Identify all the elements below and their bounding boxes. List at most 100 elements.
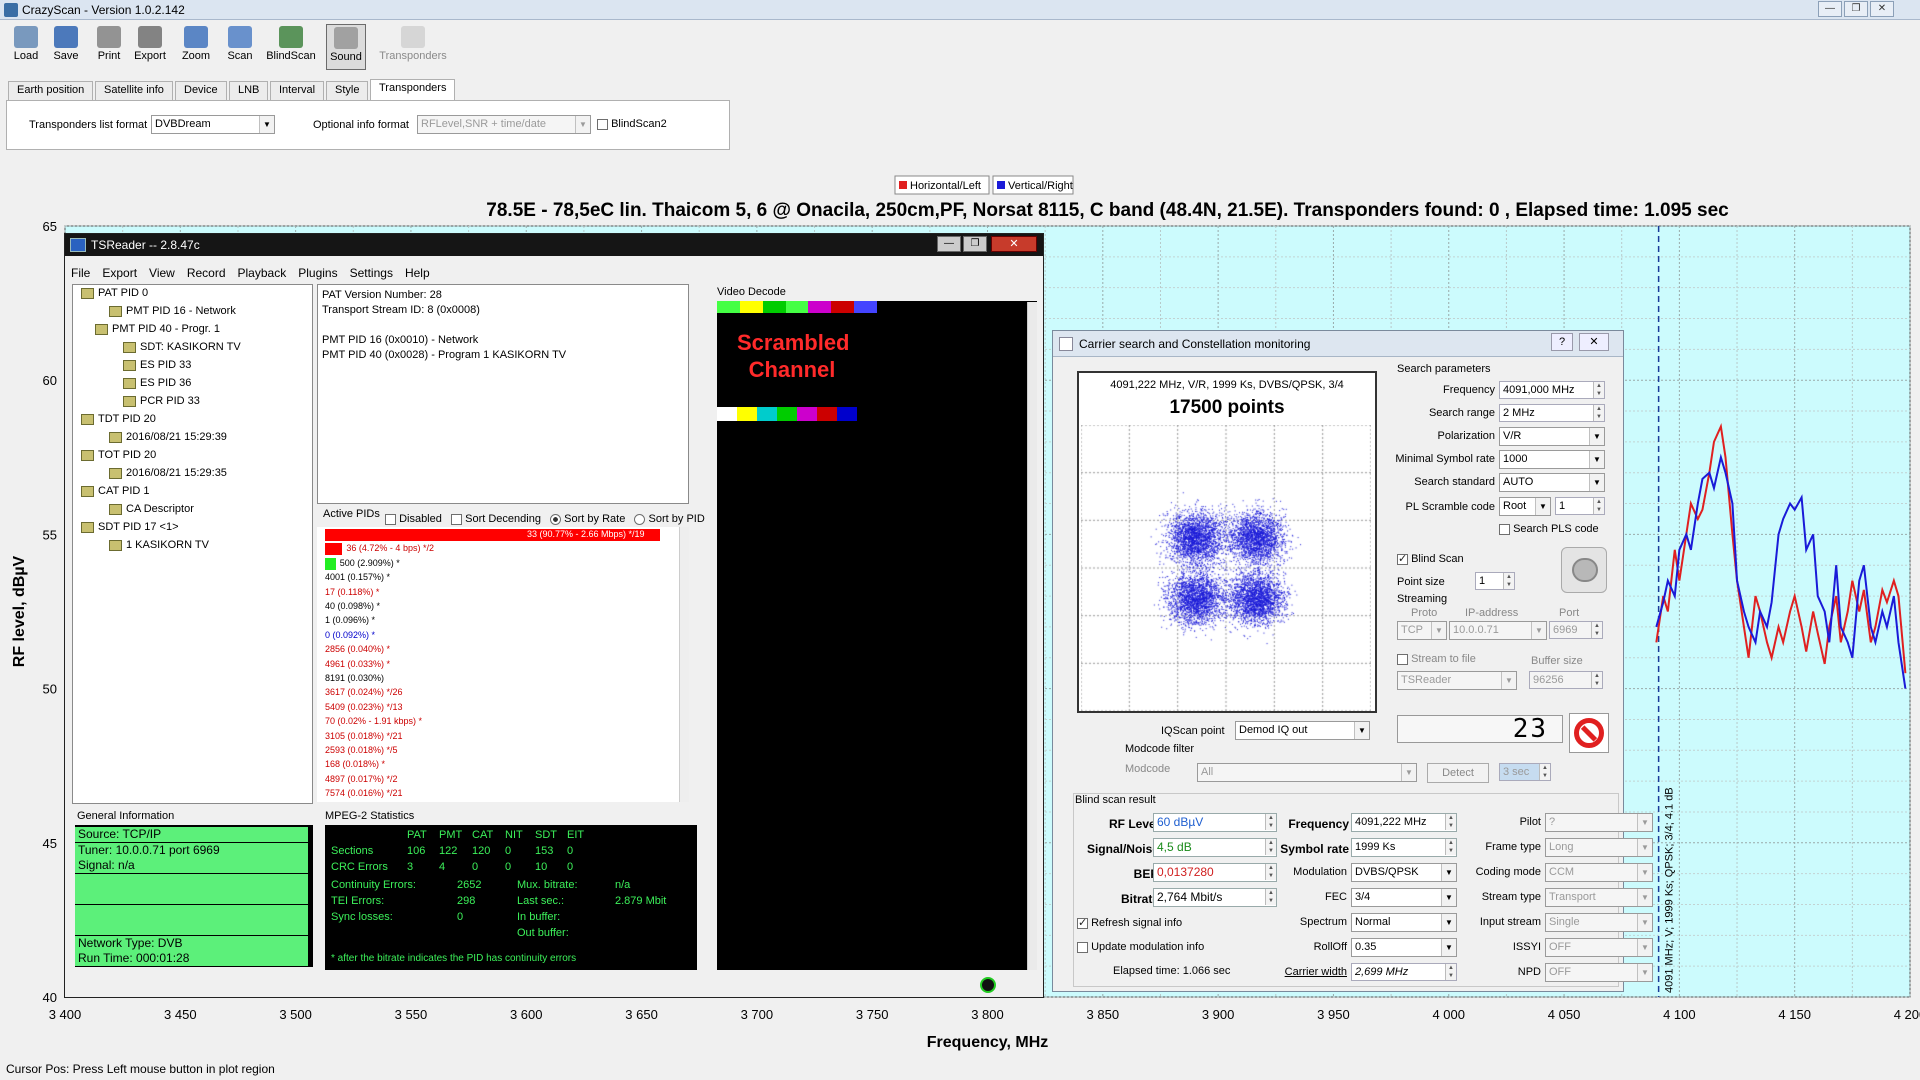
param-polarization-field[interactable]: V/R ▼: [1499, 427, 1605, 446]
tab-lnb[interactable]: LNB: [229, 81, 269, 100]
pid-row[interactable]: 3105 (0.018%) */21: [325, 731, 403, 741]
menu-help[interactable]: Help: [399, 264, 436, 282]
stop-button[interactable]: [1569, 713, 1609, 753]
disabled-checkbox[interactable]: [385, 513, 396, 525]
point-size-input[interactable]: 1 ▲ ▼: [1475, 572, 1515, 590]
ip-select[interactable]: 10.0.0.71 ▼: [1449, 621, 1547, 640]
spinner-icon[interactable]: ▲ ▼: [1445, 964, 1456, 980]
list-format-select[interactable]: DVBDream ▼: [151, 115, 275, 134]
menu-export[interactable]: Export: [96, 264, 143, 282]
stream-file-checkbox[interactable]: Stream to file: [1397, 653, 1476, 665]
pid-row[interactable]: 4961 (0.033%) *: [325, 659, 390, 669]
tree-node[interactable]: PMT PID 16 - Network: [109, 305, 236, 317]
zoom-toolbar-button[interactable]: Zoom: [178, 24, 214, 70]
tab-style[interactable]: Style: [326, 81, 369, 100]
port-input[interactable]: 6969 ▲ ▼: [1549, 621, 1603, 639]
tree-node[interactable]: ES PID 33: [123, 359, 191, 371]
buffer-size-input[interactable]: 96256 ▲ ▼: [1529, 671, 1603, 689]
pid-row[interactable]: 2856 (0.040%) *: [325, 644, 390, 654]
tree-node[interactable]: SDT: KASIKORN TV: [123, 341, 241, 353]
carrier-close-button[interactable]: ✕: [1579, 333, 1609, 351]
fec-field[interactable]: 3/4 ▼: [1351, 888, 1457, 907]
pid-row[interactable]: 2593 (0.018%) */5: [325, 745, 398, 755]
pid-row[interactable]: 3617 (0.024%) */26: [325, 687, 403, 697]
param-search-standard-field[interactable]: AUTO ▼: [1499, 473, 1605, 492]
tree-node[interactable]: TOT PID 20: [81, 449, 156, 461]
save-toolbar-button[interactable]: Save: [46, 24, 86, 70]
checkbox-box[interactable]: [1499, 523, 1510, 535]
tab-earth-position[interactable]: Earth position: [8, 81, 94, 100]
pid-row[interactable]: 4001 (0.157%) *: [325, 572, 390, 582]
spinner-icon[interactable]: ▲ ▼: [1445, 814, 1456, 830]
constellation-plot[interactable]: [1081, 425, 1371, 711]
minimize-button[interactable]: —: [1818, 1, 1842, 17]
pid-row[interactable]: 500 (2.909%) *: [340, 558, 400, 568]
detect-button[interactable]: Detect: [1427, 763, 1489, 783]
menu-record[interactable]: Record: [181, 264, 232, 282]
blindscan2-checkbox[interactable]: BlindScan2: [597, 118, 667, 130]
pid-row[interactable]: 5409 (0.023%) */13: [325, 702, 403, 712]
tree-node[interactable]: PCR PID 33: [123, 395, 200, 407]
stream-target-select[interactable]: TSReader ▼: [1397, 671, 1517, 690]
pl-scramble-number[interactable]: 1 ▲ ▼: [1555, 497, 1605, 515]
spinner-icon[interactable]: ▲ ▼: [1539, 764, 1550, 780]
menu-view[interactable]: View: [143, 264, 181, 282]
sort-decending-checkbox[interactable]: [451, 513, 463, 525]
modcode-select[interactable]: All ▼: [1197, 763, 1417, 782]
blindscan-toolbar-button[interactable]: BlindScan: [264, 24, 318, 70]
param-search-range-field[interactable]: 2 MHz ▲ ▼: [1499, 404, 1605, 422]
transponders-toolbar-button[interactable]: Transponders: [378, 24, 448, 70]
carrier-width-field[interactable]: 2,699 MHz ▲ ▼: [1351, 963, 1457, 981]
snapshot-button[interactable]: [1561, 547, 1607, 593]
scan-toolbar-button[interactable]: Scan: [222, 24, 258, 70]
tab-device[interactable]: Device: [175, 81, 227, 100]
iqscan-select[interactable]: Demod IQ out ▼: [1235, 721, 1370, 740]
detect-time-input[interactable]: 3 sec ▲ ▼: [1499, 763, 1551, 781]
pid-row[interactable]: 0 (0.092%) *: [325, 630, 375, 640]
sort-by-rate-radio[interactable]: [550, 513, 562, 525]
export-toolbar-button[interactable]: Export: [128, 24, 172, 70]
modulation-field[interactable]: DVBS/QPSK ▼: [1351, 863, 1457, 882]
spinner-icon[interactable]: ▲ ▼: [1503, 573, 1514, 589]
sort-by-pid-radio[interactable]: [634, 513, 646, 525]
tab-satellite-info[interactable]: Satellite info: [95, 81, 173, 100]
input-stream-select[interactable]: Single ▼: [1545, 913, 1653, 932]
pid-row[interactable]: 7574 (0.016%) */21: [325, 788, 403, 798]
menu-settings[interactable]: Settings: [344, 264, 399, 282]
help-button[interactable]: ?: [1551, 333, 1573, 351]
close-button[interactable]: ✕: [1870, 1, 1894, 17]
spinner-icon[interactable]: ▲ ▼: [1591, 622, 1602, 638]
tab-transponders[interactable]: Transponders: [370, 79, 456, 101]
maximize-button[interactable]: ❐: [1844, 1, 1868, 17]
param-frequency-field[interactable]: 4091,000 MHz ▲ ▼: [1499, 381, 1605, 399]
tree-node[interactable]: ES PID 36: [123, 377, 191, 389]
pid-row[interactable]: 168 (0.018%) *: [325, 759, 385, 769]
blind-scan-checkbox[interactable]: Blind Scan: [1397, 552, 1464, 565]
pid-row[interactable]: 17 (0.118%) *: [325, 587, 379, 597]
sound-toolbar-button[interactable]: Sound: [326, 24, 366, 70]
rolloff-field[interactable]: 0.35 ▼: [1351, 938, 1457, 957]
checkbox-box[interactable]: [1397, 653, 1408, 665]
pid-row[interactable]: 33 (90.77% - 2.66 Mbps) */19: [527, 529, 645, 539]
spinner-icon[interactable]: ▲ ▼: [1593, 382, 1604, 398]
pids-scrollbar[interactable]: [679, 527, 689, 802]
print-toolbar-button[interactable]: Print: [92, 24, 126, 70]
tree-node[interactable]: PAT PID 0: [81, 287, 148, 299]
tsreader-close-button[interactable]: ✕: [991, 236, 1037, 252]
checkbox-box[interactable]: [1397, 552, 1408, 565]
spinner-icon[interactable]: ▲ ▼: [1593, 405, 1604, 421]
pid-tree[interactable]: PAT PID 0 PMT PID 16 - Network PMT PID 40 …: [72, 284, 313, 804]
spinner-icon[interactable]: ▲ ▼: [1591, 672, 1602, 688]
checkbox-box[interactable]: [1077, 941, 1088, 953]
tree-node[interactable]: CA Descriptor: [109, 503, 194, 515]
tree-node[interactable]: 2016/08/21 15:29:35: [109, 467, 227, 479]
load-toolbar-button[interactable]: Load: [8, 24, 44, 70]
proto-select[interactable]: TCP ▼: [1397, 621, 1447, 640]
pid-row[interactable]: 70 (0.02% - 1.91 kbps) *: [325, 716, 422, 726]
issyi-select[interactable]: OFF ▼: [1545, 938, 1653, 957]
video-scrollbar[interactable]: [1027, 302, 1037, 970]
coding-select[interactable]: CCM ▼: [1545, 863, 1653, 882]
active-pids-list[interactable]: 33 (90.77% - 2.66 Mbps) */19 36 (4.72% - …: [317, 527, 689, 802]
tree-node[interactable]: TDT PID 20: [81, 413, 156, 425]
pid-row[interactable]: 36 (4.72% - 4 bps) */2: [346, 543, 434, 553]
